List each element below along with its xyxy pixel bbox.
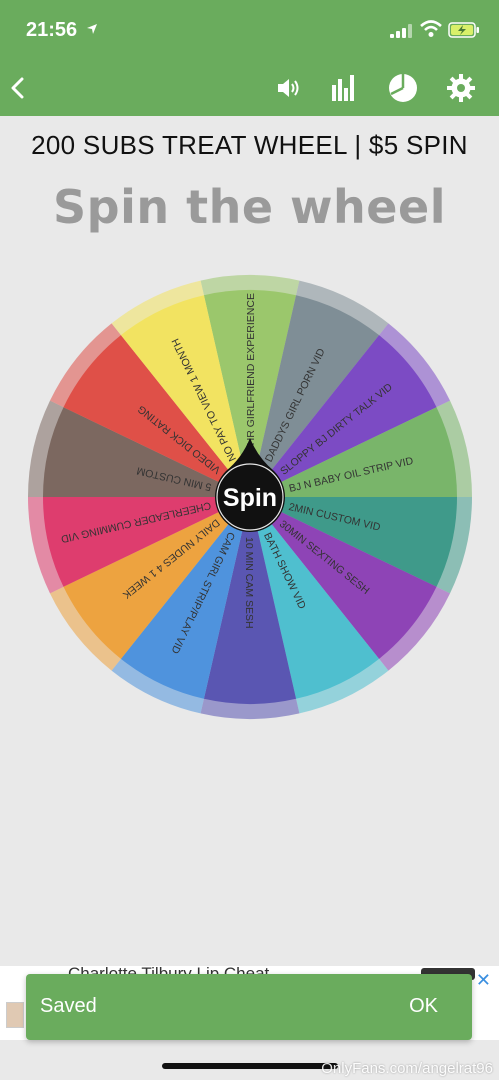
chevron-left-icon	[11, 77, 24, 99]
bar-chart-icon	[332, 75, 354, 101]
sound-button[interactable]	[270, 60, 310, 116]
wheel-segment-label: 24HR GIRLFRIEND EXPERIENCE	[245, 293, 257, 457]
cellular-signal-icon	[390, 24, 412, 43]
ad-close-icon[interactable]: ✕	[476, 970, 491, 991]
ad-thumbnail	[6, 1002, 24, 1028]
toast-ok-button[interactable]: OK	[409, 995, 438, 1018]
wheel-title: 200 SUBS TREAT WHEEL | $5 SPIN	[31, 130, 468, 160]
wifi-icon	[420, 20, 442, 43]
location-arrow-icon	[86, 22, 98, 38]
settings-button[interactable]	[442, 60, 480, 116]
gear-icon	[447, 74, 475, 102]
app-toolbar	[0, 60, 499, 116]
back-button[interactable]	[0, 60, 34, 116]
battery-icon	[448, 22, 480, 43]
watermark: OnlyFans.com/angelrat96	[321, 1060, 493, 1077]
spin-heading: Spin the wheel	[53, 180, 446, 234]
speaker-icon	[278, 79, 299, 97]
home-indicator	[162, 1063, 338, 1069]
pie-chart-icon	[389, 74, 417, 102]
saved-toast: Saved OK	[26, 974, 472, 1040]
spin-wheel[interactable]: 24HR GIRLFRIEND EXPERIENCE DADDYS GIRL PO…	[26, 273, 474, 721]
stats-button[interactable]	[324, 60, 364, 116]
spin-label: Spin	[223, 484, 277, 512]
status-time: 21:56	[26, 19, 78, 41]
pie-chart-button[interactable]	[382, 60, 424, 116]
toast-message: Saved	[40, 995, 97, 1017]
status-bar: 21:56	[0, 0, 499, 60]
wheel-segment-label: 10 MIN CAM SESH	[243, 537, 255, 629]
